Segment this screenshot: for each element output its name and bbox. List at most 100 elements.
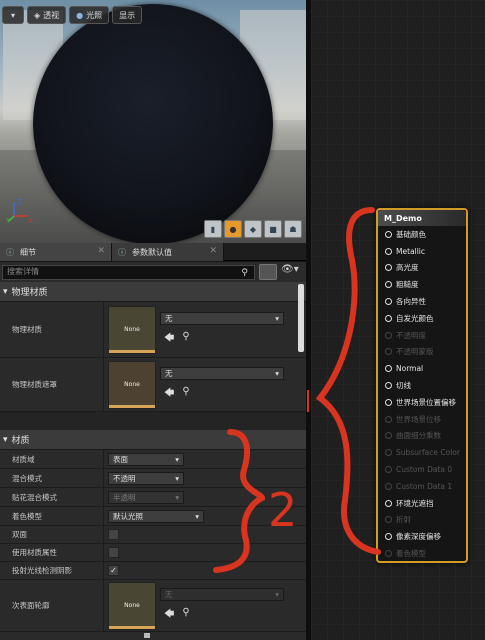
close-icon[interactable]: ✕ [209, 246, 217, 256]
pin-circle-icon[interactable] [385, 432, 392, 440]
preview-sphere [33, 4, 273, 243]
use-material-attributes-checkbox[interactable] [108, 547, 119, 558]
pin-circle-icon[interactable] [385, 314, 392, 322]
arrow-left-icon[interactable]: 🡄 [164, 607, 174, 624]
lit-mode-button[interactable]: ● 光照 [69, 6, 110, 24]
node-pin[interactable]: Normal [378, 360, 466, 377]
sphere-preview-button[interactable]: ● [224, 220, 242, 238]
pin-circle-icon[interactable] [385, 398, 392, 406]
node-pin[interactable]: 基础颜色 [378, 226, 466, 243]
cylinder-preview-button[interactable]: ▮ [204, 220, 222, 238]
pin-circle-icon[interactable] [385, 482, 392, 490]
close-icon[interactable]: ✕ [97, 246, 105, 256]
eye-view-options-icon[interactable]: 👁▾ [281, 264, 301, 280]
pin-circle-icon[interactable] [385, 466, 392, 474]
tab-details[interactable]: ⓘ 细节 ✕ [0, 243, 112, 261]
pin-circle-icon[interactable] [385, 264, 392, 272]
property-row: 投射光线检测阴影 ✓ [0, 562, 306, 580]
node-pin[interactable]: 不透明度 [378, 327, 466, 344]
category-material[interactable]: ▾ 材质 [0, 430, 306, 450]
decal-blend-mode-dropdown[interactable]: 半透明 ▾ [108, 490, 184, 504]
node-pin[interactable]: 各向异性 [378, 293, 466, 310]
pin-circle-icon[interactable] [385, 516, 392, 524]
node-pins: 基础颜色 Metallic 高光度 粗糙度 各向异性 自发光颜色 不透明度 不透明蒙版 Norm… [378, 226, 466, 562]
asset-thumbnail[interactable]: None [108, 581, 156, 630]
blend-mode-dropdown[interactable]: 不透明 ▾ [108, 471, 184, 485]
cast-raytraced-shadows-checkbox[interactable]: ✓ [108, 565, 119, 576]
lit-sphere-icon: ● [76, 10, 84, 20]
details-scrollbar[interactable] [298, 284, 304, 352]
pin-circle-icon[interactable] [385, 281, 392, 289]
dropdown-value: 默认光照 [113, 511, 143, 521]
pin-label: Normal [396, 364, 424, 374]
property-matrix-button[interactable] [259, 264, 277, 280]
node-pin[interactable]: Custom Data 1 [378, 478, 466, 495]
details-search-input[interactable]: 搜索详情 ⚲ [2, 264, 255, 280]
material-domain-dropdown[interactable]: 表面 ▾ [108, 452, 184, 466]
plane-preview-button[interactable]: ◆ [244, 220, 262, 238]
asset-thumbnail[interactable]: None [108, 305, 156, 354]
material-preview-viewport[interactable]: ▾ ◈ 透视 ● 光照 显示 Z X Y ▮ ● ◆ ■ ☗ [0, 0, 306, 243]
pin-circle-icon[interactable] [385, 533, 392, 541]
chevron-down-icon: ▾ [275, 313, 279, 323]
search-icon[interactable]: ⚲ [241, 268, 248, 278]
property-row: 材质域 表面 ▾ [0, 450, 306, 469]
node-pin[interactable]: 折射 [378, 512, 466, 529]
property-label: 混合模式 [0, 469, 104, 487]
search-icon[interactable]: ⚲ [182, 331, 189, 348]
mesh-preview-button[interactable]: ☗ [284, 220, 302, 238]
horizontal-scroll-handle[interactable] [144, 633, 150, 638]
search-icon[interactable]: ⚲ [182, 607, 189, 624]
node-pin[interactable]: 高光度 [378, 260, 466, 277]
property-label: 材质域 [0, 450, 104, 468]
asset-picker[interactable]: 无 ▾ [160, 587, 284, 601]
node-pin[interactable]: 曲面细分乘数 [378, 428, 466, 445]
cube-preview-button[interactable]: ■ [264, 220, 282, 238]
pin-label: 切线 [396, 381, 411, 391]
asset-picker[interactable]: 无 ▾ [160, 366, 284, 380]
pin-circle-icon[interactable] [385, 331, 392, 339]
node-pin[interactable]: 世界场景位移 [378, 411, 466, 428]
asset-thumbnail[interactable]: None [108, 360, 156, 409]
search-icon[interactable]: ⚲ [182, 386, 189, 403]
node-pin[interactable]: 粗糙度 [378, 276, 466, 293]
show-button[interactable]: 显示 [112, 6, 143, 24]
node-pin[interactable]: 环境光遮挡 [378, 495, 466, 512]
pin-label: Custom Data 0 [396, 465, 453, 475]
pin-circle-icon[interactable] [385, 365, 392, 373]
pin-circle-icon[interactable] [385, 230, 392, 238]
node-pin[interactable]: 世界场景位置偏移 [378, 394, 466, 411]
two-sided-checkbox[interactable] [108, 529, 119, 540]
node-pin[interactable]: 着色模型 [378, 545, 466, 562]
material-result-node[interactable]: M_Demo 基础颜色 Metallic 高光度 粗糙度 各向异性 自发光颜色 不透明度 不透… [376, 208, 468, 563]
shading-model-dropdown[interactable]: 默认光照 ▾ [108, 509, 204, 523]
node-pin[interactable]: Custom Data 0 [378, 461, 466, 478]
lit-label: 光照 [86, 10, 103, 20]
pin-circle-icon[interactable] [385, 298, 392, 306]
arrow-left-icon[interactable]: 🡄 [164, 331, 174, 348]
pin-circle-icon[interactable] [385, 499, 392, 507]
node-pin[interactable]: 切线 [378, 377, 466, 394]
pin-circle-icon[interactable] [385, 348, 392, 356]
node-pin[interactable]: 不透明蒙版 [378, 344, 466, 361]
pin-circle-icon[interactable] [385, 415, 392, 423]
perspective-button[interactable]: ◈ 透视 [27, 6, 67, 24]
node-pin[interactable]: 像素深度偏移 [378, 528, 466, 545]
pin-circle-icon[interactable] [385, 550, 392, 558]
asset-picker-value: 无 [165, 313, 173, 323]
viewport-options-button[interactable]: ▾ [2, 6, 24, 24]
arrow-left-icon[interactable]: 🡄 [164, 386, 174, 403]
category-label: 物理材质 [11, 288, 48, 298]
pin-circle-icon[interactable] [385, 449, 392, 457]
chevron-down-icon: ▾ [3, 286, 8, 297]
tab-parameter-defaults[interactable]: ⓘ 参数默认值 ✕ [112, 243, 224, 261]
category-physical-material[interactable]: ▾ 物理材质 [0, 282, 306, 302]
asset-picker[interactable]: 无 ▾ [160, 311, 284, 325]
node-pin[interactable]: 自发光颜色 [378, 310, 466, 327]
pin-circle-icon[interactable] [385, 382, 392, 390]
details-search-row: 搜索详情 ⚲ 👁▾ [0, 262, 306, 282]
node-pin[interactable]: Metallic [378, 243, 466, 260]
pin-label: 世界场景位移 [396, 414, 441, 424]
pin-circle-icon[interactable] [385, 247, 392, 255]
node-pin[interactable]: Subsurface Color [378, 444, 466, 461]
